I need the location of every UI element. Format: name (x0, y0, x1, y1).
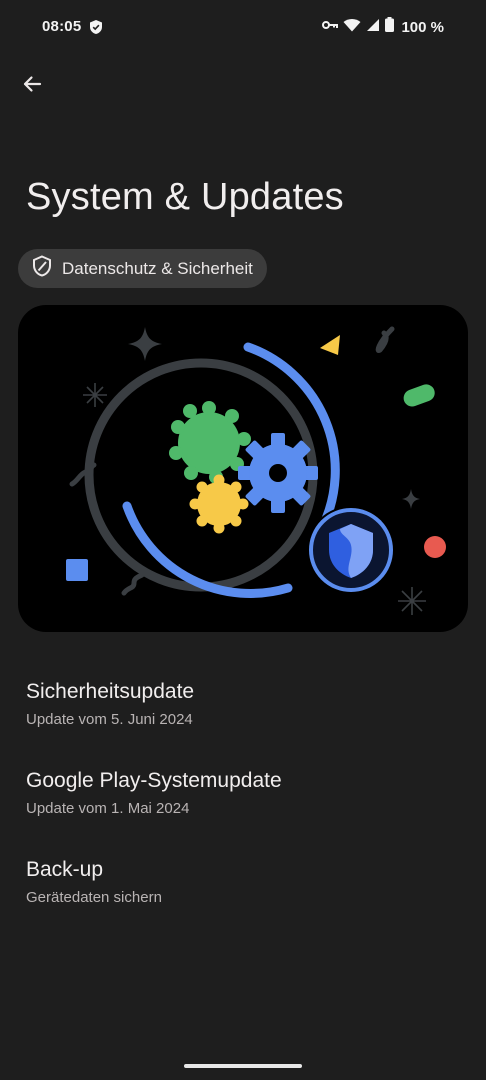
squiggle-icon (375, 326, 395, 354)
status-icons: 100 % (322, 17, 444, 37)
key-icon (322, 18, 339, 36)
item-subtitle: Update vom 1. Mai 2024 (26, 800, 190, 817)
signal-icon (366, 18, 380, 37)
navigation-handle[interactable] (184, 1064, 302, 1068)
status-bar: 08:05 100 % (0, 0, 486, 56)
battery-icon (385, 17, 395, 37)
privacy-security-chip[interactable]: Datenschutz & Sicherheit (18, 249, 267, 288)
yellow-badge-shape (189, 474, 249, 534)
screen: 08:05 100 % System & Updates Datenschutz… (0, 0, 486, 1080)
list-item-backup[interactable]: Back-up Gerätedaten sichern (0, 838, 486, 909)
page-title: System & Updates (26, 176, 344, 218)
wifi-icon (343, 18, 361, 37)
settings-list: Sicherheitsupdate Update vom 5. Juni 202… (0, 660, 486, 909)
dot-shape (424, 536, 446, 558)
gear-icon (238, 433, 318, 513)
back-button[interactable] (14, 66, 50, 102)
square-shape (66, 559, 88, 581)
starburst-icon (398, 587, 426, 615)
security-shield-badge (307, 506, 395, 594)
sparkle-icon (402, 489, 420, 509)
item-title: Sicherheitsupdate (26, 680, 195, 703)
item-subtitle: Update vom 5. Juni 2024 (26, 711, 193, 728)
pill-shape (403, 384, 435, 407)
item-title: Back-up (26, 858, 104, 881)
list-item-google-play-system-update[interactable]: Google Play-Systemupdate Update vom 1. M… (0, 749, 486, 820)
sparkle-icon (128, 327, 162, 361)
shield-icon (89, 19, 103, 40)
arrow-left-icon (23, 76, 42, 92)
battery-percentage: 100 % (401, 18, 444, 36)
triangle-shape (320, 335, 340, 355)
shield-icon (32, 255, 52, 282)
item-title: Google Play-Systemupdate (26, 769, 282, 792)
status-time: 08:05 (42, 18, 82, 35)
progress-ring-arc (243, 342, 340, 533)
starburst-icon (83, 383, 107, 407)
list-item-security-update[interactable]: Sicherheitsupdate Update vom 5. Juni 202… (0, 660, 486, 731)
item-subtitle: Gerätedaten sichern (26, 889, 162, 906)
squiggle-icon (121, 572, 145, 596)
hero-illustration (18, 305, 468, 632)
chip-label: Datenschutz & Sicherheit (62, 258, 253, 278)
